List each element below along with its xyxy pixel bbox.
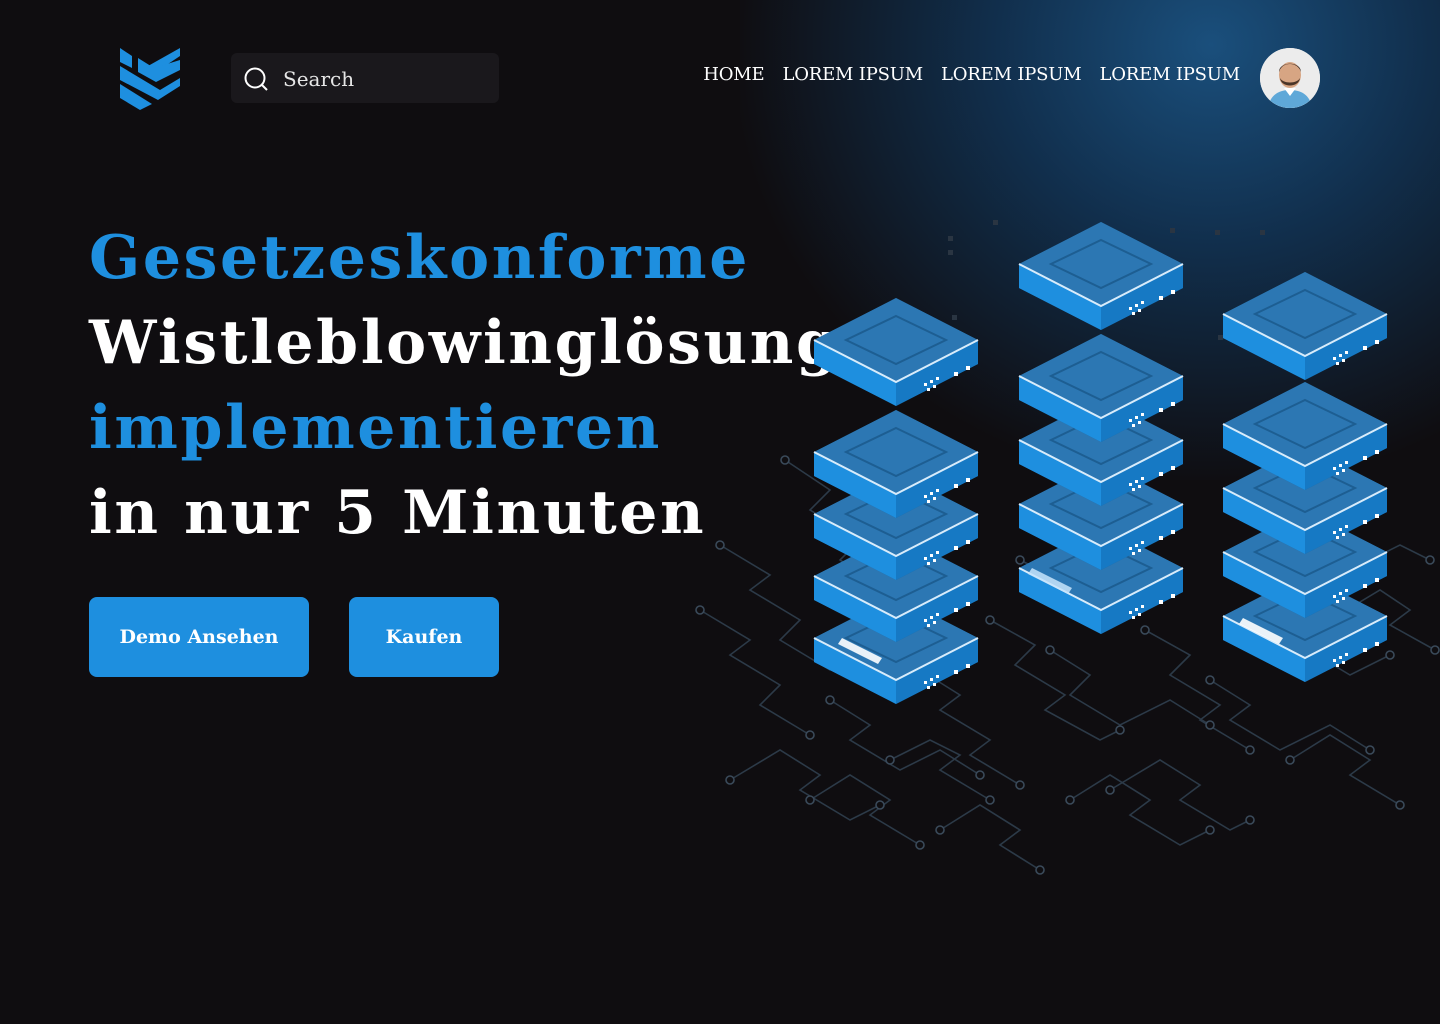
hero-line-2: Wistleblowinglösung: [89, 308, 841, 378]
server-column-left: [813, 297, 979, 705]
main-nav: HOME LOREM IPSUM LOREM IPSUM LOREM IPSUM: [703, 64, 1240, 85]
nav-link-3[interactable]: LOREM IPSUM: [1099, 64, 1240, 85]
hero-line-1: Gesetzeskonforme: [89, 223, 751, 293]
search-input[interactable]: [281, 62, 485, 96]
demo-button[interactable]: Demo Ansehen: [89, 597, 309, 677]
nav-home[interactable]: HOME: [703, 64, 764, 85]
server-stack-illustration: [695, 220, 1440, 875]
user-avatar[interactable]: [1260, 48, 1320, 108]
search-bar[interactable]: [231, 53, 499, 103]
hero-line-3: implementieren: [89, 393, 662, 463]
hero-heading: Gesetzeskonforme Wistleblowinglösung imp…: [89, 216, 841, 556]
hero-line-4: in nur 5 Minuten: [89, 478, 707, 548]
buy-button[interactable]: Kaufen: [349, 597, 499, 677]
nav-link-2[interactable]: LOREM IPSUM: [941, 64, 1082, 85]
server-column-right: [1222, 271, 1388, 683]
search-icon: [244, 67, 268, 91]
nav-link-1[interactable]: LOREM IPSUM: [782, 64, 923, 85]
server-column-center: [1018, 221, 1184, 635]
shield-logo-icon[interactable]: [118, 46, 182, 110]
landing-page: HOME LOREM IPSUM LOREM IPSUM LOREM IPSUM…: [0, 0, 1440, 1024]
header: HOME LOREM IPSUM LOREM IPSUM LOREM IPSUM: [0, 0, 1440, 160]
user-avatar-icon: [1260, 48, 1320, 108]
